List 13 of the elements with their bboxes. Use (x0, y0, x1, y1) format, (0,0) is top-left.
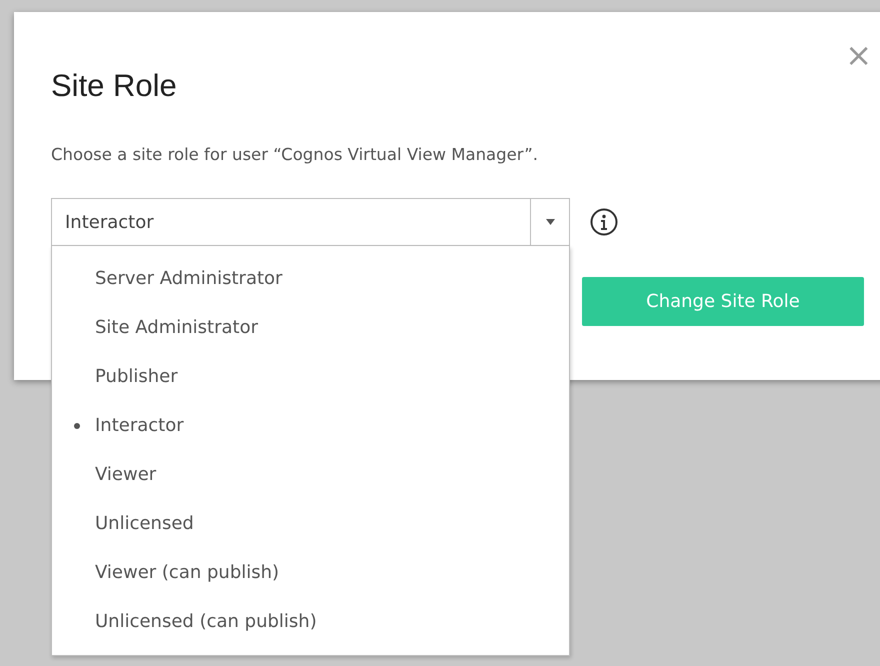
menu-item[interactable]: Unlicensed (can publish) (52, 597, 569, 646)
dialog-title: Site Role (51, 68, 178, 104)
menu-item[interactable]: Interactor (52, 401, 569, 450)
menu-item[interactable]: Viewer (can publish) (52, 548, 569, 597)
menu-item[interactable]: Unlicensed (52, 499, 569, 548)
description-text: Choose a site role for user “Cognos Virtual View Manager”. (51, 144, 540, 166)
menu-item[interactable]: Viewer (52, 450, 569, 499)
info-icon[interactable] (590, 208, 618, 236)
role-dropdown[interactable]: Interactor (51, 198, 570, 246)
caret-icon (546, 219, 554, 225)
menu-item[interactable]: Site Administrator (52, 303, 569, 352)
menu-item[interactable]: Publisher (52, 352, 569, 401)
menu-item[interactable]: Server Administrator (52, 254, 569, 303)
